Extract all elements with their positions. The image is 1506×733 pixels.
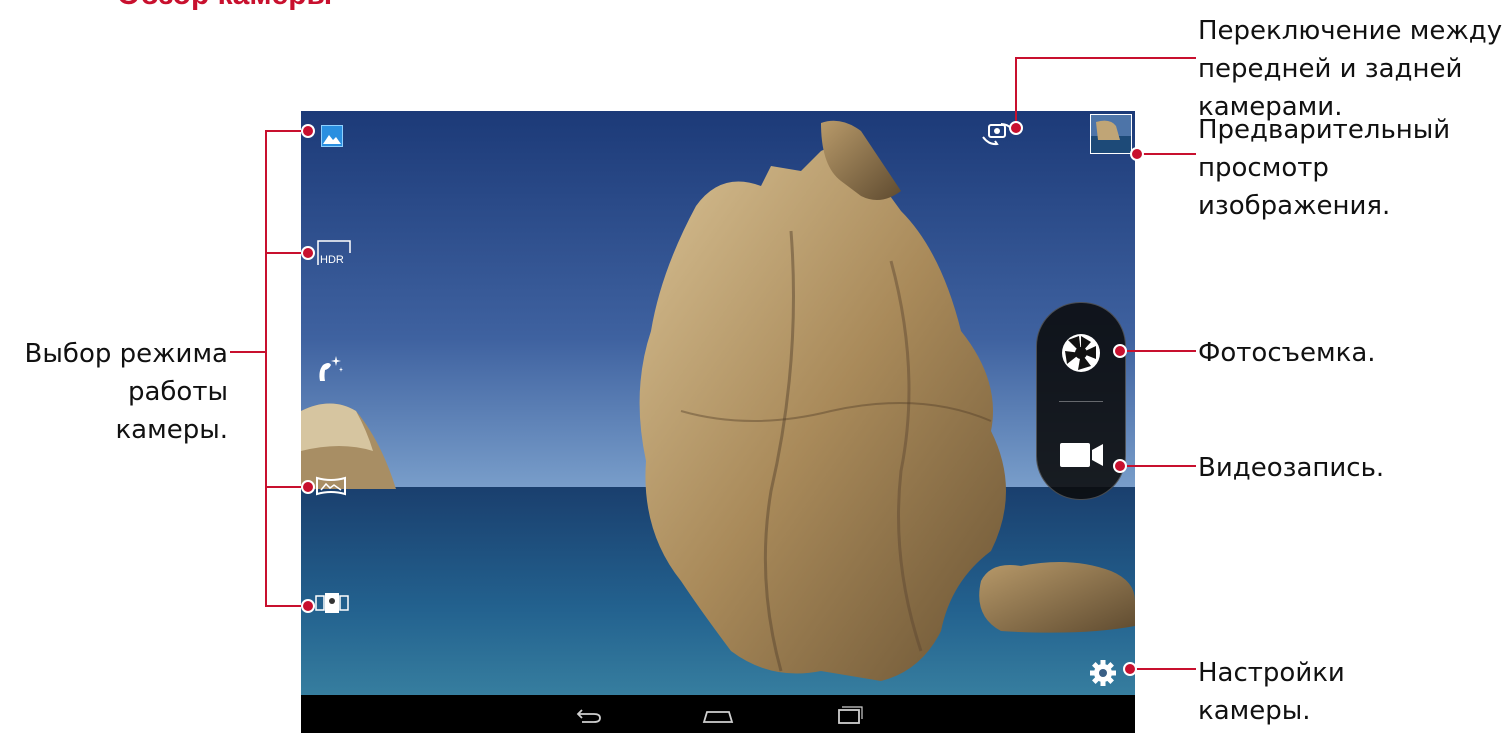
capture-panel — [1036, 302, 1126, 500]
switch-camera-icon[interactable] — [981, 121, 1015, 147]
callout-preview: Предварительный просмотр изображения. — [1198, 111, 1450, 225]
callout-line: Предварительный — [1198, 115, 1451, 145]
panorama-mode-icon[interactable] — [315, 474, 347, 498]
callout-line: Фотосъемка. — [1198, 338, 1376, 368]
viewfinder-scene — [301, 111, 1135, 733]
callout-switch-camera: Переключение между передней и задней кам… — [1198, 12, 1502, 126]
callout-settings: Настройки камеры. — [1198, 654, 1345, 730]
callout-line: Видеозапись. — [1198, 453, 1385, 483]
callout-line: работы камеры. — [115, 377, 228, 445]
callout-line: камеры. — [1198, 696, 1311, 726]
home-icon[interactable] — [698, 702, 738, 726]
hdr-mode-icon[interactable]: HDR — [316, 239, 352, 267]
gallery-preview-thumbnail[interactable] — [1090, 114, 1132, 154]
page-title: Обзор камеры — [117, 0, 332, 12]
gear-icon[interactable] — [1089, 659, 1117, 687]
all-focus-mode-icon[interactable] — [315, 590, 349, 616]
callout-line: Переключение между — [1198, 16, 1503, 46]
callout-line: Настройки — [1198, 658, 1345, 688]
capture-divider — [1059, 401, 1103, 402]
callout-line: изображения. — [1198, 191, 1391, 221]
camera-screen: HDR — [301, 111, 1135, 733]
video-camera-icon[interactable] — [1059, 442, 1105, 468]
callout-mode-select: Выбор режима работы камеры. — [10, 335, 228, 449]
shutter-icon[interactable] — [1061, 333, 1101, 373]
callout-line: просмотр — [1198, 153, 1329, 183]
recent-apps-icon[interactable] — [829, 702, 869, 726]
callout-photo: Фотосъемка. — [1198, 334, 1376, 372]
callout-line: Выбор режима — [24, 339, 228, 369]
callout-line: передней и задней — [1198, 54, 1463, 84]
callout-video: Видеозапись. — [1198, 449, 1384, 487]
back-icon[interactable] — [568, 702, 608, 726]
beauty-mode-icon[interactable] — [315, 353, 345, 383]
android-navbar — [301, 695, 1135, 733]
svg-text:HDR: HDR — [320, 254, 344, 266]
landscape-mode-icon[interactable] — [321, 125, 343, 147]
